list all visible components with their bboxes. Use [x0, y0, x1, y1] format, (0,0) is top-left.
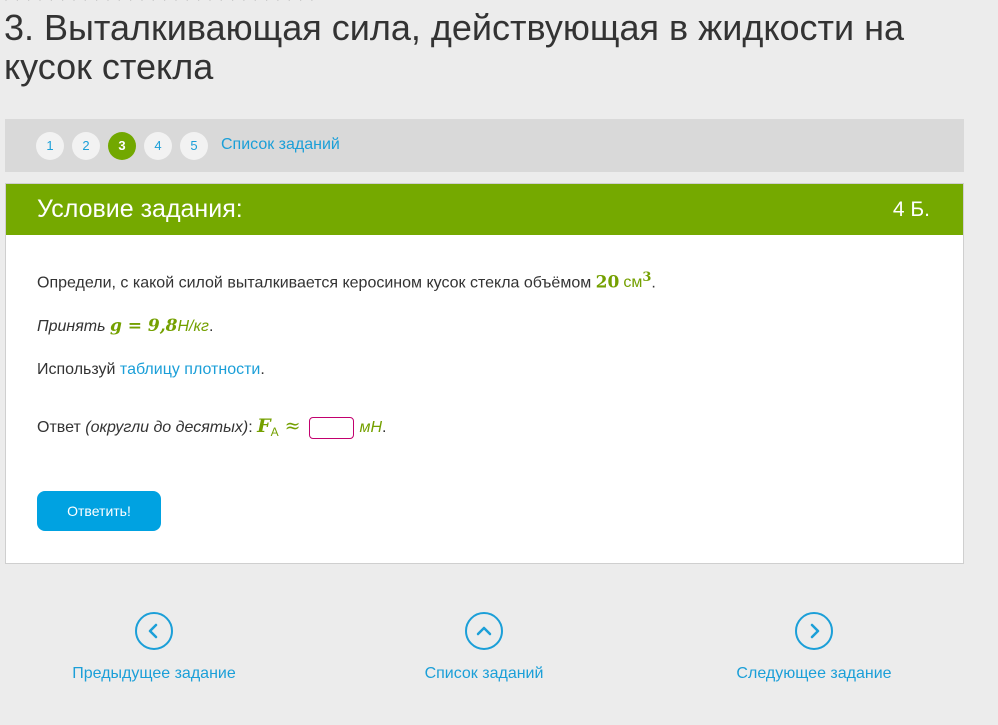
given-formula: g = 9,8	[109, 316, 178, 336]
page-5-button[interactable]: 5	[180, 132, 208, 160]
page-4-button[interactable]: 4	[144, 132, 172, 160]
answer-line: Ответ (округли до десятых): FА ≈ мН.	[37, 415, 387, 439]
given-prefix: Принять	[37, 318, 110, 335]
given-line: Принять g = 9,8Н/кг.	[37, 316, 213, 336]
answer-input[interactable]	[308, 416, 354, 439]
force-variable: F	[257, 415, 271, 437]
task-list-label[interactable]: Список заданий	[364, 665, 604, 683]
previous-task-label[interactable]: Предыдущее задание	[34, 665, 274, 683]
approx-sign: ≈	[284, 415, 301, 437]
next-task-label[interactable]: Следующее задание	[694, 665, 934, 683]
answer-unit: мН	[359, 419, 383, 436]
chevron-up-icon[interactable]	[465, 612, 503, 650]
answer-label: Ответ	[37, 419, 86, 436]
answer-period: .	[382, 419, 387, 436]
task-header: Условие задания: 4 Б.	[6, 184, 963, 235]
page-title: 3. Выталкивающая сила, действующая в жид…	[4, 7, 904, 87]
page-2-button[interactable]: 2	[72, 132, 100, 160]
question-period: .	[651, 274, 656, 292]
question-text: Определи, с какой силой выталкивается ке…	[37, 274, 596, 292]
answer-hint: (округли до десятых)	[85, 419, 249, 436]
task-points: 4 Б.	[892, 198, 930, 221]
question-line: Определи, с какой силой выталкивается ке…	[37, 270, 656, 292]
chevron-right-icon[interactable]	[795, 612, 833, 650]
density-table-link[interactable]: таблицу плотности	[120, 361, 260, 378]
reference-period: .	[260, 361, 265, 378]
task-list-nav[interactable]: Список заданий	[364, 612, 604, 683]
task-pagination: 1 2 3 4 5 Список заданий	[5, 119, 964, 172]
given-unit: Н/кг	[177, 318, 209, 335]
reference-line: Используй таблицу плотности.	[37, 361, 265, 379]
next-task-nav[interactable]: Следующее задание	[694, 612, 934, 683]
given-period: .	[208, 318, 214, 335]
answer-colon: :	[248, 419, 258, 436]
force-subscript: А	[270, 425, 279, 440]
page-1-button[interactable]: 1	[36, 132, 64, 160]
submit-answer-button[interactable]: Ответить!	[37, 491, 161, 531]
previous-task-nav[interactable]: Предыдущее задание	[34, 612, 274, 683]
cropped-top-text: · · · · · · · · · · · · · · · · · · · · …	[4, 0, 564, 2]
task-header-title: Условие задания:	[37, 195, 243, 223]
task-list-link[interactable]: Список заданий	[221, 136, 340, 154]
volume-value: 20	[595, 272, 620, 293]
chevron-left-icon[interactable]	[135, 612, 173, 650]
volume-unit: см	[623, 274, 643, 292]
use-prefix: Используй	[37, 361, 120, 378]
task-card: Условие задания: 4 Б. Определи, с какой …	[5, 183, 964, 564]
page-3-button-active[interactable]: 3	[108, 132, 136, 160]
